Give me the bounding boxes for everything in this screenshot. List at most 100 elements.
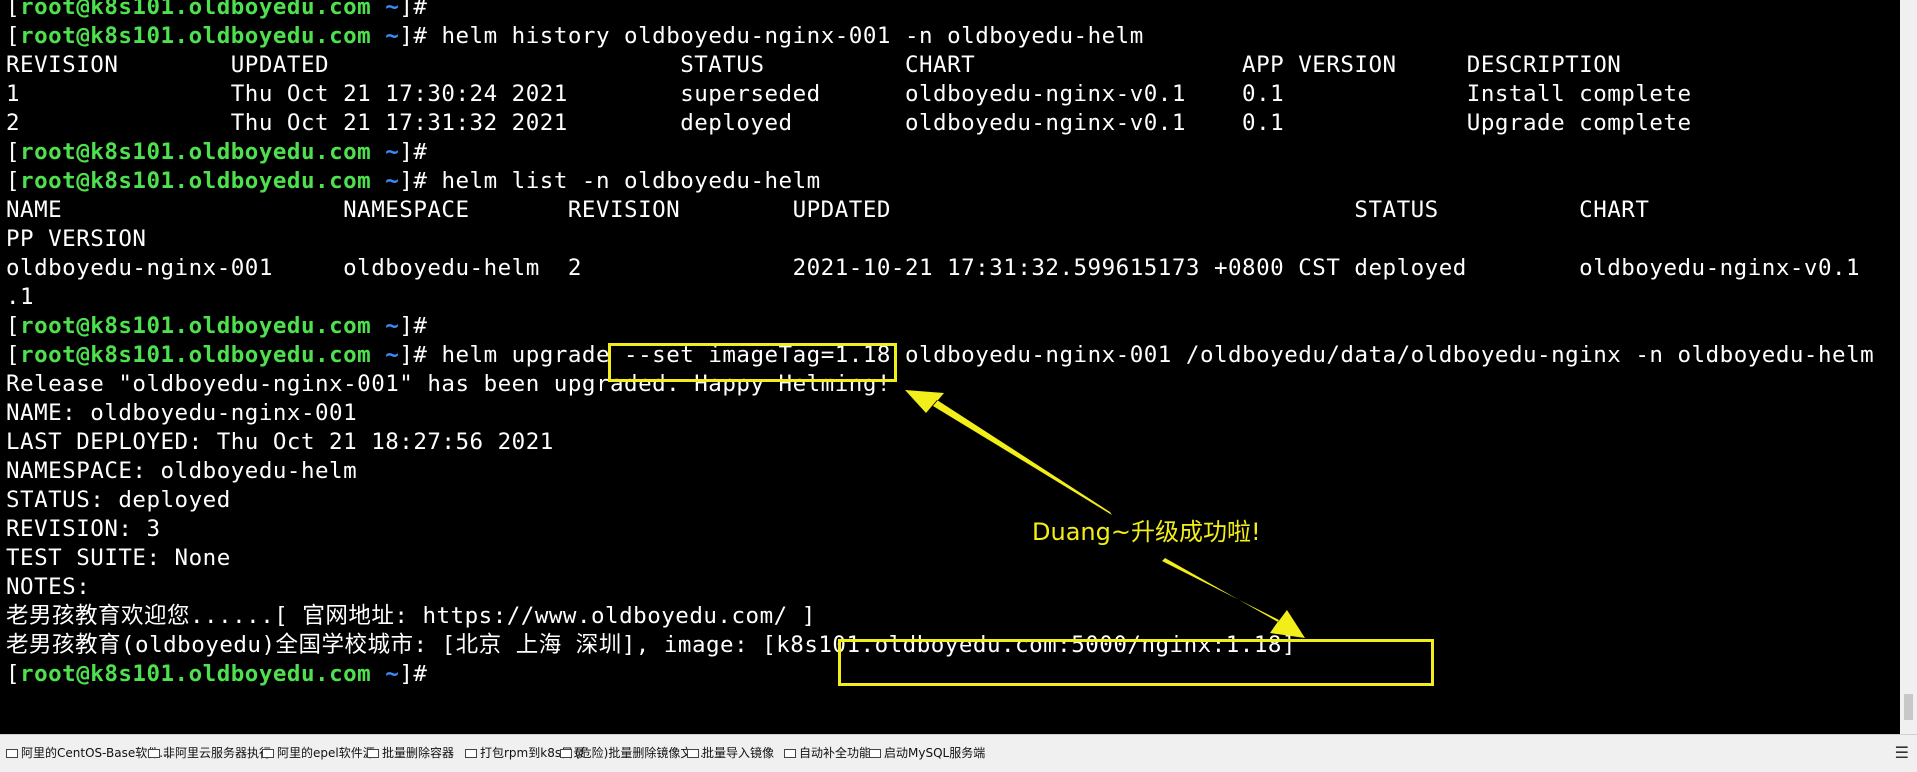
prompt-host: k8s101.oldboyedu.com [90,23,372,49]
prompt-path: ~ [371,0,400,20]
scrollbar-thumb[interactable] [1904,694,1913,720]
prompt-bracket: [ [6,661,21,687]
prompt-path: ~ [371,661,400,687]
prompt-bracket: ] [399,342,414,368]
quick-command-button[interactable]: 启动MySQL服务端 [869,745,985,762]
quick-command-button[interactable]: 批量导入镜像 [687,745,774,762]
output-line: NAMESPACE: oldboyedu-helm [6,458,358,484]
output-line: PP VERSION [6,226,147,252]
command-icon [465,749,477,758]
prompt-bracket: [ [6,313,21,339]
prompt-host: k8s101.oldboyedu.com [90,168,372,194]
command-icon [367,749,379,758]
highlight-box-set-imagetag [608,343,897,382]
command-icon [784,749,796,758]
prompt-user: root [20,168,77,194]
prompt-symbol: # [413,139,428,165]
prompt-bracket: ] [399,0,414,20]
quick-command-label: (危险)批量删除镜像文... [575,746,704,760]
command-icon [262,749,274,758]
prompt-bracket: ] [399,139,414,165]
prompt-path: ~ [371,313,400,339]
command-text: helm history oldboyedu-nginx-001 -n oldb… [427,23,1144,49]
quick-command-button[interactable]: (危险)批量删除镜像文... [560,745,704,762]
prompt-line: [root@k8s101.oldboyedu.com ~]# [6,0,427,22]
quick-command-label: 启动MySQL服务端 [884,746,986,760]
prompt-user: root [20,661,77,687]
quick-command-button[interactable]: 非阿里云服务器执行 [148,745,271,762]
highlight-box-image-value [838,639,1434,686]
prompt-symbol: # [413,661,428,687]
command-icon [148,749,160,758]
quick-command-bar: ☰ 阿里的CentOS-Base软件... 非阿里云服务器执行 阿里的epel软件源… [0,734,1917,772]
quick-command-button[interactable]: 自动补全功能 [784,745,871,762]
output-line: NAME NAMESPACE REVISION UPDATED STATUS C… [6,197,1900,223]
command-text: helm list -n oldboyedu-helm [427,168,821,194]
prompt-host: k8s101.oldboyedu.com [90,0,372,20]
menu-icon[interactable]: ☰ [1895,743,1909,762]
prompt-line: [root@k8s101.oldboyedu.com ~]# helm hist… [6,22,1144,51]
command-icon [560,749,572,758]
prompt-at: @ [76,313,91,339]
prompt-user: root [20,23,77,49]
prompt-line: [root@k8s101.oldboyedu.com ~]# [6,312,427,341]
prompt-symbol: # [413,23,428,49]
prompt-path: ~ [371,342,400,368]
quick-command-label: 自动补全功能 [799,746,872,760]
quick-command-button[interactable]: 阿里的epel软件源 [262,745,375,762]
prompt-bracket: [ [6,139,21,165]
prompt-path: ~ [371,168,400,194]
prompt-bracket: ] [399,661,414,687]
annotation-text: Duang~升级成功啦! [1032,518,1261,546]
prompt-bracket: [ [6,23,21,49]
prompt-bracket: [ [6,168,21,194]
quick-command-button[interactable]: 阿里的CentOS-Base软件... [6,745,171,762]
quick-command-label: 批量导入镜像 [702,746,775,760]
prompt-bracket: [ [6,342,21,368]
prompt-bracket: ] [399,313,414,339]
command-icon [869,749,881,758]
prompt-bracket: [ [6,0,21,20]
quick-command-button[interactable]: 批量删除容器 [367,745,454,762]
prompt-symbol: # [413,313,428,339]
output-line: LAST DEPLOYED: Thu Oct 21 18:27:56 2021 [6,429,554,455]
prompt-line: [root@k8s101.oldboyedu.com ~]# [6,138,427,167]
output-line: .1 [6,284,35,310]
prompt-symbol: # [413,342,428,368]
output-line: oldboyedu-nginx-001 oldboyedu-helm 2 202… [6,255,1900,281]
terminal-window[interactable]: [root@k8s101.oldboyedu.com ~]# [root@k8s1… [0,0,1900,734]
prompt-symbol: # [413,0,428,20]
output-line: 2 Thu Oct 21 17:31:32 2021 deployed oldb… [6,110,1692,136]
output-line: NOTES: [6,574,91,600]
output-line: NAME: oldboyedu-nginx-001 [6,400,358,426]
prompt-host: k8s101.oldboyedu.com [90,139,372,165]
prompt-path: ~ [371,23,400,49]
prompt-at: @ [76,168,91,194]
prompt-at: @ [76,139,91,165]
prompt-host: k8s101.oldboyedu.com [90,342,372,368]
quick-command-label: 阿里的epel软件源 [277,746,375,760]
output-line: TEST SUITE: None [6,545,231,571]
command-icon [6,749,18,758]
output-line: 老男孩教育欢迎您......[ 官网地址: https://www.oldboy… [6,603,816,629]
prompt-at: @ [76,0,91,20]
prompt-line: [root@k8s101.oldboyedu.com ~]# helm list… [6,167,821,196]
output-line: REVISION UPDATED STATUS CHART APP VERSIO… [6,52,1622,78]
prompt-line: [root@k8s101.oldboyedu.com ~]# [6,660,427,689]
prompt-at: @ [76,23,91,49]
output-line: 1 Thu Oct 21 17:30:24 2021 superseded ol… [6,81,1692,107]
quick-command-label: 非阿里云服务器执行 [163,746,272,760]
prompt-bracket: ] [399,168,414,194]
output-line: STATUS: deployed [6,487,231,513]
prompt-host: k8s101.oldboyedu.com [90,661,372,687]
prompt-user: root [20,313,77,339]
command-icon [687,749,699,758]
prompt-at: @ [76,342,91,368]
vertical-scrollbar[interactable] [1900,0,1917,734]
quick-command-label: 批量删除容器 [382,746,455,760]
prompt-bracket: ] [399,23,414,49]
prompt-line: [root@k8s101.oldboyedu.com ~]# helm upgr… [6,341,1874,370]
output-line: REVISION: 3 [6,516,161,542]
prompt-path: ~ [371,139,400,165]
prompt-user: root [20,0,77,20]
